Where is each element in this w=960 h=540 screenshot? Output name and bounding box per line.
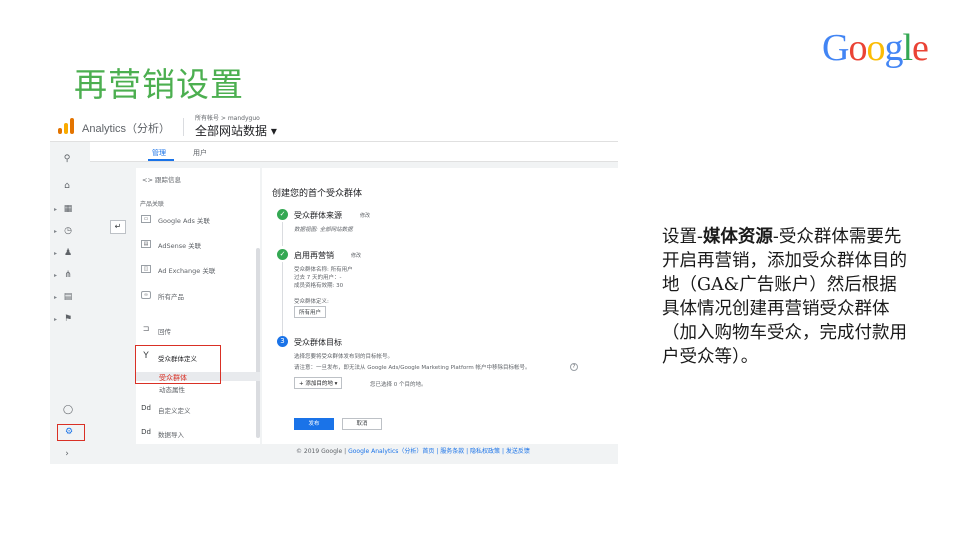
menu-all-products[interactable]: 所有产品 bbox=[158, 291, 184, 301]
admin-tabs: 管理 用户 bbox=[90, 142, 618, 162]
menu-audiences[interactable]: 受众群体 bbox=[159, 373, 187, 383]
menu-tracking-info[interactable]: <> 跟踪信息 bbox=[142, 174, 181, 184]
menu-scrollbar[interactable] bbox=[256, 248, 260, 438]
report-icon[interactable]: ▤ bbox=[62, 291, 74, 303]
data-import-icon: Dd bbox=[141, 428, 151, 436]
expand-arrow-icon[interactable]: ▸ bbox=[54, 206, 57, 213]
audience-definition-chip[interactable]: 所有用户 bbox=[294, 306, 327, 318]
logo-letter: g bbox=[884, 27, 903, 69]
selected-count: 您已选择 0 个目的地。 bbox=[370, 382, 427, 388]
menu-google-ads-link[interactable]: Google Ads 关联 bbox=[158, 215, 210, 225]
check-icon: ✓ bbox=[277, 209, 288, 220]
wizard-title: 创建您的首个受众群体 bbox=[272, 189, 363, 199]
search-icon[interactable]: ⚲ bbox=[61, 153, 73, 165]
check-icon: ✓ bbox=[277, 249, 288, 260]
analytics-logo-icon bbox=[58, 118, 74, 134]
audience-fork-icon: Y bbox=[143, 351, 149, 361]
step3-instruction: 选择您要将受众群体发布到的目标帐号。 bbox=[294, 354, 394, 360]
left-rail: ⚲ ⌂ ▸ ▦ ▸ ◷ ▸ ♟ ▸ ⋔ ▸ ▤ ▸ ⚑ ◯ ⚙ › bbox=[50, 142, 90, 464]
desc-prefix: 设置- bbox=[662, 227, 703, 247]
adsense-icon: ▤ bbox=[141, 240, 151, 248]
menu-audience-definitions[interactable]: 受众群体定义 bbox=[158, 353, 197, 363]
step1-detail: 数据视图: 全部网站数据 bbox=[294, 227, 353, 233]
account-breadcrumb[interactable]: 所有帐号 > mandyguo bbox=[195, 113, 260, 122]
footer-links[interactable]: Google Analytics（分析）首页 | 服务条款 | 隐私权政策 | … bbox=[348, 448, 530, 455]
description-text: 设置-媒体资源-受众群体需要先开启再营销，添加受众群体目的地（GA&广告账户）然… bbox=[662, 225, 908, 369]
help-icon[interactable]: ? bbox=[570, 363, 578, 371]
step2-title: 启用再营销 bbox=[294, 251, 334, 260]
slide-title: 再营销设置 bbox=[74, 65, 244, 104]
expand-arrow-icon[interactable]: ▸ bbox=[54, 294, 57, 301]
menu-dynamic-attributes[interactable]: 动态属性 bbox=[159, 384, 185, 394]
menu-custom-definitions[interactable]: 自定义定义 bbox=[158, 405, 191, 415]
expand-arrow-icon[interactable]: ▸ bbox=[54, 316, 57, 323]
divider bbox=[183, 118, 184, 136]
step2-detail: 受众群体名称: 所有用户 bbox=[294, 267, 353, 273]
back-button[interactable]: ↵ bbox=[110, 220, 126, 234]
expand-icon[interactable]: › bbox=[61, 448, 73, 460]
property-selector[interactable]: 全部网站数据 ▾ bbox=[195, 122, 277, 139]
share-icon[interactable]: ⋔ bbox=[62, 269, 74, 281]
postback-icon: ⊐ bbox=[142, 324, 150, 333]
step2-edit-link[interactable]: 修改 bbox=[351, 252, 361, 259]
add-destination-dropdown[interactable]: + 添加目的地 ▾ bbox=[294, 377, 343, 389]
cancel-button[interactable]: 取消 bbox=[342, 418, 382, 430]
logo-letter: o bbox=[866, 27, 885, 69]
step1-title: 受众群体来源 bbox=[294, 211, 342, 220]
home-icon[interactable]: ⌂ bbox=[61, 180, 73, 192]
step2-def-label: 受众群体定义: bbox=[294, 299, 329, 305]
publish-button[interactable]: 发布 bbox=[294, 418, 334, 430]
step1-edit-link[interactable]: 修改 bbox=[360, 212, 370, 219]
logo-letter: G bbox=[822, 27, 849, 69]
section-product-linking: 产品关联 bbox=[140, 201, 165, 208]
gear-highlight-box bbox=[57, 424, 85, 441]
person-icon[interactable]: ♟ bbox=[62, 247, 74, 259]
step3-number-badge: 3 bbox=[277, 336, 288, 347]
all-products-icon: ∞ bbox=[141, 291, 151, 299]
expand-arrow-icon[interactable]: ▸ bbox=[54, 250, 57, 257]
step-connector bbox=[282, 262, 283, 336]
step3-title: 受众群体目标 bbox=[294, 338, 342, 347]
desc-body: -受众群体需要先开启再营销，添加受众群体目的地（GA&广告账户）然后根据具体情况… bbox=[662, 227, 907, 367]
menu-adsense-link[interactable]: AdSense 关联 bbox=[158, 240, 201, 250]
expand-arrow-icon[interactable]: ▸ bbox=[54, 272, 57, 279]
step2-detail: 成员资格有效期: 30 bbox=[294, 283, 344, 289]
logo-letter: l bbox=[902, 27, 913, 69]
menu-ad-exchange-link[interactable]: Ad Exchange 关联 bbox=[158, 265, 215, 275]
menu-data-import[interactable]: 数据导入 bbox=[158, 429, 184, 439]
custom-definitions-icon: Dd bbox=[141, 404, 151, 412]
step-connector bbox=[282, 222, 283, 246]
ga-screenshot: Analytics（分析） 所有帐号 > mandyguo 全部网站数据 ▾ ⚲… bbox=[50, 112, 618, 464]
expand-arrow-icon[interactable]: ▸ bbox=[54, 228, 57, 235]
google-ads-icon: ▭ bbox=[141, 215, 151, 223]
app-name: Analytics（分析） bbox=[82, 123, 171, 135]
google-logo: Google bbox=[822, 26, 929, 70]
copyright-text: © 2019 Google | bbox=[296, 448, 349, 455]
dashboard-icon[interactable]: ▦ bbox=[62, 203, 74, 215]
menu-postbacks[interactable]: 回传 bbox=[158, 326, 171, 336]
active-tab-indicator bbox=[148, 159, 174, 161]
desc-bold: 媒体资源 bbox=[702, 227, 773, 247]
bulb-icon[interactable]: ◯ bbox=[62, 404, 74, 416]
ad-exchange-icon: ◫ bbox=[141, 265, 151, 273]
step2-detail: 过去 7 天的用户：- bbox=[294, 275, 342, 281]
flag-icon[interactable]: ⚑ bbox=[62, 313, 74, 325]
logo-letter: e bbox=[912, 27, 929, 69]
tab-user[interactable]: 用户 bbox=[193, 148, 207, 158]
property-menu bbox=[136, 168, 260, 444]
step3-notice: 请注意：一旦发布，即无法从 Google Ads/Google Marketin… bbox=[294, 365, 531, 371]
ga-topbar: Analytics（分析） 所有帐号 > mandyguo 全部网站数据 ▾ bbox=[50, 112, 618, 142]
clock-icon[interactable]: ◷ bbox=[62, 225, 74, 237]
tab-admin[interactable]: 管理 bbox=[152, 148, 166, 158]
ga-footer: © 2019 Google | Google Analytics（分析）首页 |… bbox=[296, 446, 530, 455]
logo-letter: o bbox=[848, 27, 867, 69]
